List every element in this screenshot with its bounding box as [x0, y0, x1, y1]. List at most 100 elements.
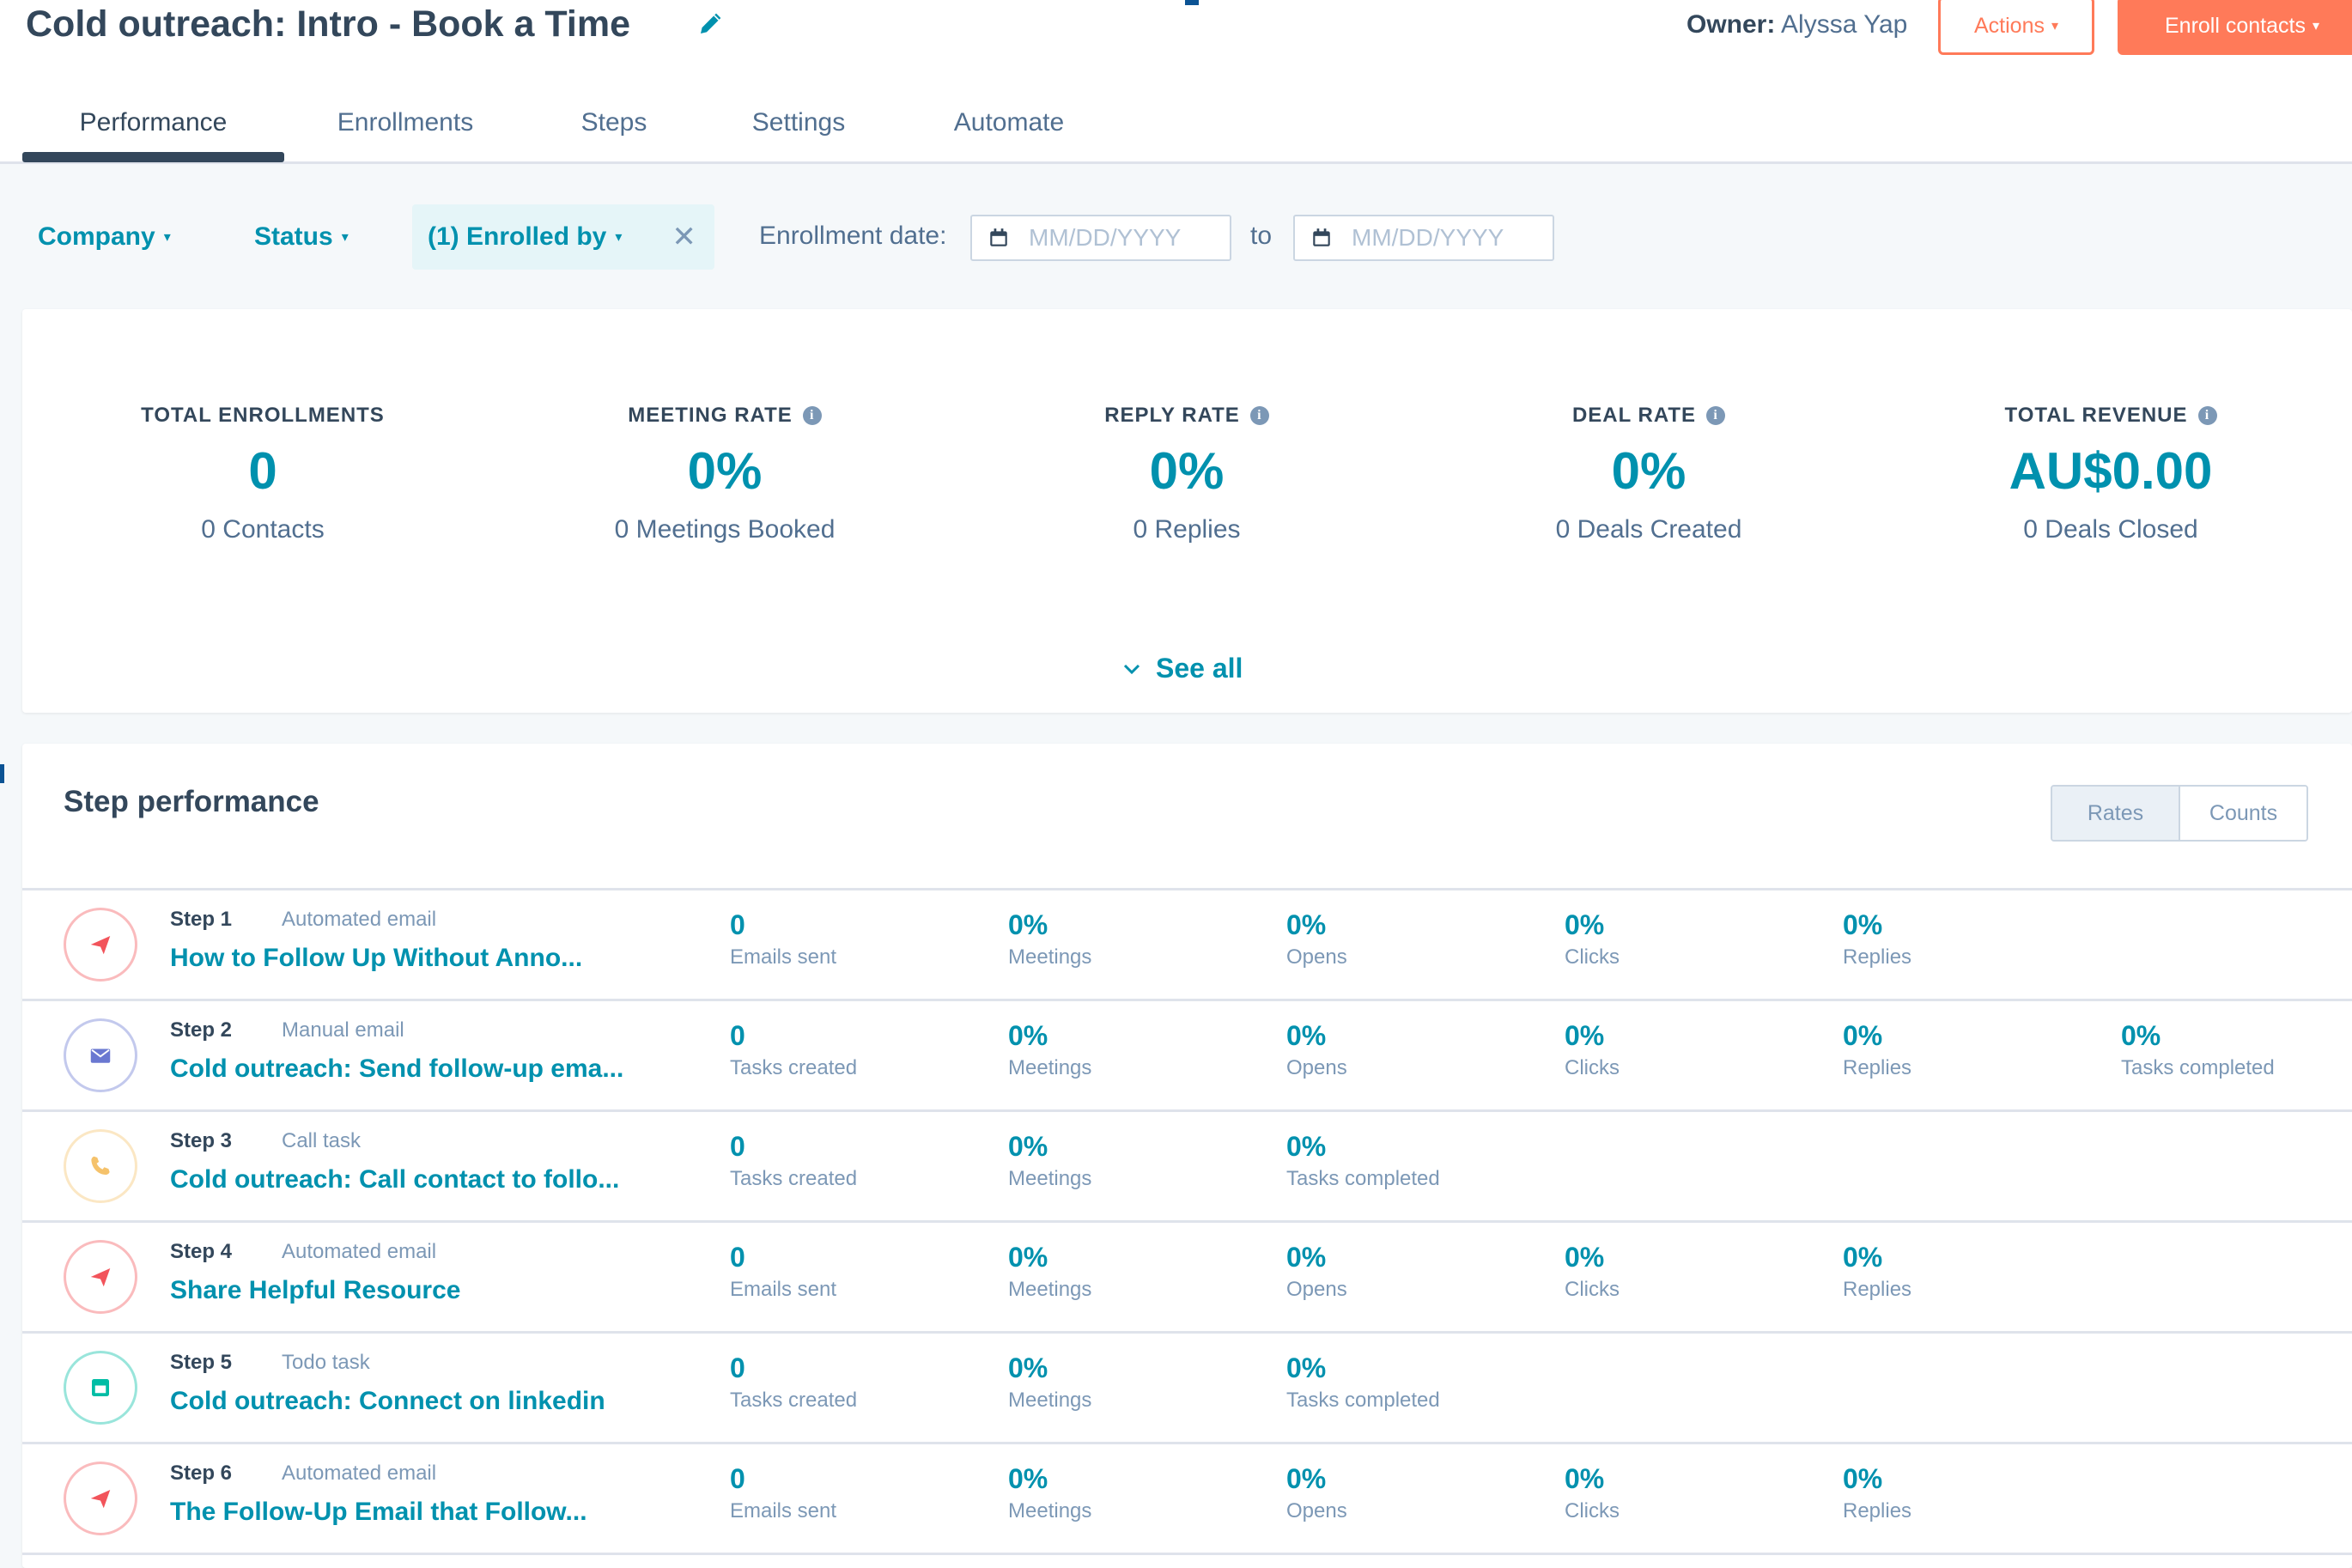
- step-name-link[interactable]: Cold outreach: Connect on linkedin: [170, 1387, 605, 1416]
- stat-value[interactable]: 0%: [1286, 908, 1347, 942]
- chevron-down-icon: [1123, 664, 1140, 674]
- stat-label: Replies: [1843, 1499, 1912, 1522]
- enrollment-date-label: Enrollment date:: [759, 222, 947, 250]
- step-number: Step 2: [170, 1018, 233, 1042]
- step-name-link[interactable]: Share Helpful Resource: [170, 1276, 460, 1305]
- info-icon[interactable]: i: [2197, 406, 2217, 425]
- stat-label: Emails sent: [730, 1278, 837, 1301]
- stat-value[interactable]: 0%: [1843, 1462, 1911, 1496]
- metric-value[interactable]: 0%: [963, 440, 1410, 503]
- stat-value[interactable]: 0: [730, 1462, 836, 1496]
- stat-value[interactable]: 0: [730, 1129, 857, 1164]
- stat-value[interactable]: 0%: [1286, 1351, 1440, 1385]
- envelope-icon: [88, 1042, 113, 1068]
- info-icon[interactable]: i: [1249, 406, 1269, 425]
- step-type: Automated email: [282, 1240, 437, 1263]
- see-all-label: See all: [1156, 653, 1243, 684]
- metric-value[interactable]: 0: [40, 440, 486, 503]
- stat-value[interactable]: 0: [730, 1240, 836, 1274]
- step-row[interactable]: Step 4 Automated email Share Helpful Resou…: [22, 1223, 2352, 1334]
- stat-value[interactable]: 0%: [1008, 1240, 1091, 1274]
- status-filter[interactable]: Status ▾: [254, 204, 349, 270]
- edit-title-button[interactable]: [694, 7, 728, 41]
- enroll-contacts-button[interactable]: Enroll contacts ▾: [2118, 0, 2352, 55]
- tab-performance[interactable]: Performance: [22, 84, 284, 161]
- metric-label: TOTAL REVENUE: [2004, 404, 2188, 427]
- step-stat: 0% Clicks: [1565, 1462, 1620, 1523]
- enrollment-date-from-input[interactable]: MM/DD/YYYY: [970, 215, 1231, 261]
- step-name-link[interactable]: The Follow-Up Email that Follow...: [170, 1498, 587, 1527]
- send-icon: [88, 932, 113, 957]
- actions-button[interactable]: Actions ▾: [1938, 0, 2094, 55]
- close-icon[interactable]: ✕: [672, 220, 696, 254]
- stat-value[interactable]: 0%: [1286, 1462, 1347, 1496]
- step-row[interactable]: Step 5 Todo task Cold outreach: Connect on…: [22, 1334, 2352, 1444]
- stat-value[interactable]: 0%: [1565, 1462, 1620, 1496]
- metric-value[interactable]: AU$0.00: [1887, 440, 2334, 503]
- stat-value[interactable]: 0%: [1008, 1351, 1091, 1385]
- counts-toggle-button[interactable]: Counts: [2180, 787, 2306, 840]
- step-row[interactable]: Step 6 Automated email The Follow-Up Email…: [22, 1444, 2352, 1555]
- step-stat: 0% Opens: [1286, 908, 1347, 969]
- step-stat: 0% Meetings: [1008, 1018, 1091, 1080]
- summary-metrics-card: TOTAL ENROLLMENTS 0 0 Contacts MEETING R…: [22, 309, 2352, 713]
- step-type: Call task: [282, 1129, 362, 1152]
- stat-value[interactable]: 0%: [1286, 1240, 1347, 1274]
- tab-automate[interactable]: Automate: [936, 84, 1082, 161]
- step-name-link[interactable]: How to Follow Up Without Anno...: [170, 944, 582, 973]
- enrolled-by-filter[interactable]: (1) Enrolled by ▾ ✕: [412, 204, 714, 270]
- stat-value[interactable]: 0%: [1286, 1129, 1440, 1164]
- stat-value[interactable]: 0: [730, 1351, 857, 1385]
- stat-label: Tasks completed: [1286, 1167, 1440, 1190]
- stat-value[interactable]: 0: [730, 1018, 857, 1053]
- metric-value[interactable]: 0%: [1425, 440, 1872, 503]
- step-stat: 0% Meetings: [1008, 1129, 1091, 1191]
- step-name-link[interactable]: Cold outreach: Call contact to follo...: [170, 1165, 619, 1194]
- stat-label: Clicks: [1565, 1499, 1620, 1522]
- tab-steps[interactable]: Steps: [550, 84, 678, 161]
- step-name-link[interactable]: Cold outreach: Send follow-up ema...: [170, 1054, 623, 1084]
- stat-label: Emails sent: [730, 1499, 837, 1522]
- stat-label: Meetings: [1008, 1167, 1092, 1190]
- stat-label: Tasks completed: [1286, 1389, 1440, 1412]
- stat-value[interactable]: 0%: [1565, 1240, 1620, 1274]
- step-row[interactable]: Step 2 Manual email Cold outreach: Send fo…: [22, 1001, 2352, 1112]
- step-row[interactable]: Step 1 Automated email How to Follow Up Wi…: [22, 890, 2352, 1001]
- stat-label: Meetings: [1008, 1499, 1092, 1522]
- stat-value[interactable]: 0%: [1008, 1462, 1091, 1496]
- stat-label: Opens: [1286, 1278, 1347, 1301]
- tab-enrollments[interactable]: Enrollments: [319, 84, 491, 161]
- step-row[interactable]: Step 3 Call task Cold outreach: Call conta…: [22, 1112, 2352, 1223]
- company-filter[interactable]: Company ▾: [38, 204, 171, 270]
- stat-value[interactable]: 0%: [1843, 1240, 1911, 1274]
- step-stat: 0 Emails sent: [730, 1462, 836, 1523]
- stat-value[interactable]: 0%: [1008, 1018, 1091, 1053]
- record-header: Cold outreach: Intro - Book a Time Owner…: [0, 0, 2352, 164]
- enrollment-date-to-input[interactable]: MM/DD/YYYY: [1293, 215, 1554, 261]
- rates-toggle-button[interactable]: Rates: [2052, 787, 2180, 840]
- step-performance-title: Step performance: [64, 785, 319, 818]
- step-stat: 0% Tasks completed: [1286, 1351, 1440, 1413]
- info-icon[interactable]: i: [1706, 406, 1726, 425]
- calendar-icon: [990, 228, 1007, 246]
- tab-settings[interactable]: Settings: [730, 84, 867, 161]
- step-performance-card: Step performance Rates Counts Step 1 Auto…: [22, 744, 2352, 1568]
- stat-value[interactable]: 0%: [2121, 1018, 2275, 1053]
- stat-value[interactable]: 0%: [1843, 908, 1911, 942]
- stat-value[interactable]: 0%: [1843, 1018, 1911, 1053]
- info-icon[interactable]: i: [802, 406, 822, 425]
- actions-label: Actions: [1973, 13, 2045, 38]
- stat-value[interactable]: 0%: [1286, 1018, 1347, 1053]
- stat-value[interactable]: 0: [730, 908, 836, 942]
- stat-value[interactable]: 0%: [1565, 908, 1620, 942]
- metric-value[interactable]: 0%: [501, 440, 948, 503]
- stat-value[interactable]: 0%: [1565, 1018, 1620, 1053]
- rates-counts-toggle: Rates Counts: [2051, 785, 2308, 842]
- caret-down-icon: ▾: [615, 230, 623, 245]
- step-stat: 0% Replies: [1843, 908, 1911, 969]
- stat-value[interactable]: 0%: [1008, 1129, 1091, 1164]
- see-all-button[interactable]: See all: [1121, 653, 1243, 684]
- date-to-placeholder: MM/DD/YYYY: [1352, 224, 1504, 251]
- step-stat: 0 Emails sent: [730, 1240, 836, 1302]
- stat-value[interactable]: 0%: [1008, 908, 1091, 942]
